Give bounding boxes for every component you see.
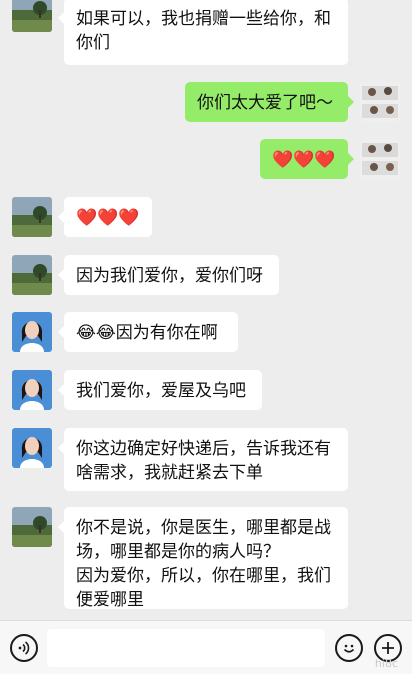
avatar-woman[interactable] bbox=[12, 312, 52, 352]
avatar-self[interactable] bbox=[360, 82, 400, 122]
message-bubble[interactable]: 你不是说，你是医生，哪里都是战场，哪里都是你的病人吗？ 因为爱你，所以，你在哪里… bbox=[58, 507, 348, 610]
message-bubble[interactable]: 如果可以，我也捐赠一些给你，和你们 bbox=[58, 0, 348, 65]
avatar-landscape[interactable] bbox=[12, 197, 52, 237]
chat-message-list[interactable]: 如果可以，我也捐赠一些给你，和你们 你们太大爱了吧～ ❤️❤️❤️ ❤️❤️❤️… bbox=[0, 0, 412, 620]
message-bubble[interactable]: 我们爱你，爱屋及乌吧 bbox=[58, 370, 262, 410]
message-input[interactable] bbox=[47, 629, 325, 667]
avatar-landscape[interactable] bbox=[12, 507, 52, 547]
watermark: hi8c bbox=[374, 657, 398, 670]
message-bubble[interactable]: 你这边确定好快递后，告诉我还有啥需求，我就赶紧去下单 bbox=[58, 428, 348, 491]
voice-icon[interactable] bbox=[10, 634, 38, 662]
emoji-icon[interactable] bbox=[335, 634, 363, 662]
avatar-landscape[interactable] bbox=[12, 0, 52, 32]
avatar-woman[interactable] bbox=[12, 370, 52, 410]
message-bubble[interactable]: 😂😂因为有你在啊 bbox=[58, 312, 238, 352]
chat-input-toolbar: hi8c bbox=[0, 620, 412, 674]
message-bubble[interactable]: 因为我们爱你，爱你们呀 bbox=[58, 255, 279, 295]
avatar-self[interactable] bbox=[360, 139, 400, 179]
message-bubble[interactable]: 你们太大爱了吧～ bbox=[185, 82, 354, 122]
message-bubble[interactable]: ❤️❤️❤️ bbox=[260, 139, 354, 179]
message-bubble[interactable]: ❤️❤️❤️ bbox=[58, 197, 152, 237]
avatar-landscape[interactable] bbox=[12, 255, 52, 295]
avatar-woman[interactable] bbox=[12, 428, 52, 468]
